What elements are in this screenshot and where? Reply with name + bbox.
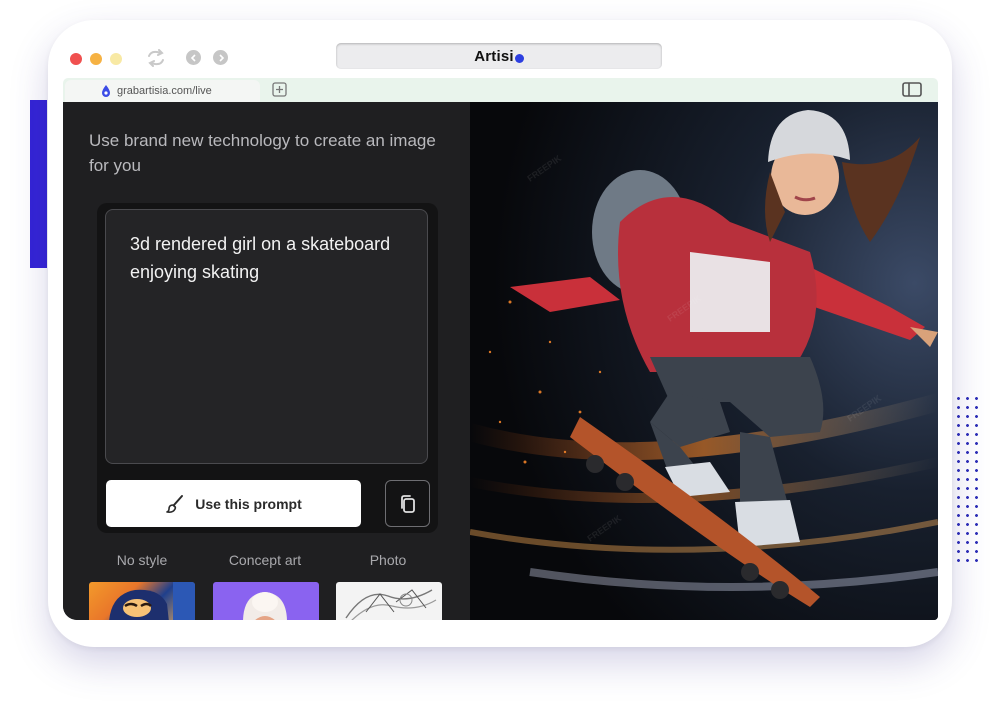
page-content: Use brand new technology to create an im… (63, 102, 938, 620)
generated-image: FREEPIK FREEPIK FREEPIK FREEPIK (470, 102, 938, 620)
site-favicon-icon (102, 85, 110, 97)
generator-panel: Use brand new technology to create an im… (63, 102, 470, 620)
style-thumb-photo[interactable] (336, 582, 442, 620)
refresh-icon[interactable] (146, 49, 166, 67)
skateboarder-illustration: FREEPIK FREEPIK FREEPIK FREEPIK (470, 102, 938, 620)
device-frame: Artisi grabartisia.com/live Use brand ne… (48, 20, 952, 647)
use-prompt-label: Use this prompt (195, 495, 302, 512)
chevron-right-icon (218, 53, 224, 62)
decorative-dot-grid (954, 394, 984, 566)
use-prompt-button[interactable]: Use this prompt (106, 480, 361, 527)
decorative-accent-bar (30, 100, 47, 268)
paintbrush-icon (166, 494, 184, 513)
prompt-text: 3d rendered girl on a skateboard enjoyin… (130, 234, 391, 282)
sketch-photo-image (345, 589, 437, 620)
brand-drop-icon (514, 53, 524, 63)
style-label-no-style[interactable]: No style (87, 552, 197, 568)
brand-name: Artisi (474, 47, 514, 65)
style-thumb-no-style[interactable] (89, 582, 195, 620)
new-tab-icon[interactable] (272, 82, 287, 97)
concept-art-image (243, 592, 287, 620)
style-thumb-concept-art[interactable] (213, 582, 319, 620)
address-title-bar[interactable]: Artisi (336, 43, 662, 69)
panel-headline: Use brand new technology to create an im… (89, 131, 436, 175)
chevron-left-icon (190, 53, 196, 62)
copy-icon (400, 494, 415, 513)
forward-button[interactable] (213, 50, 228, 65)
prompt-input[interactable]: 3d rendered girl on a skateboard enjoyin… (105, 209, 428, 464)
back-button[interactable] (186, 50, 201, 65)
portrait-art-image (109, 582, 195, 620)
tab-bar: grabartisia.com/live (63, 78, 938, 102)
browser-tab[interactable]: grabartisia.com/live (65, 80, 260, 102)
prompt-card: 3d rendered girl on a skateboard enjoyin… (97, 203, 438, 533)
style-label-concept-art[interactable]: Concept art (210, 552, 320, 568)
style-label-photo[interactable]: Photo (333, 552, 443, 568)
copy-prompt-button[interactable] (385, 480, 430, 527)
brand-logo: Artisi (474, 48, 524, 65)
minimize-window-button[interactable] (90, 53, 102, 65)
browser-window: Artisi grabartisia.com/live Use brand ne… (63, 32, 938, 647)
sidebar-toggle-icon[interactable] (902, 82, 922, 97)
maximize-window-button[interactable] (110, 53, 122, 65)
tab-url: grabartisia.com/live (117, 85, 212, 97)
close-window-button[interactable] (70, 53, 82, 65)
